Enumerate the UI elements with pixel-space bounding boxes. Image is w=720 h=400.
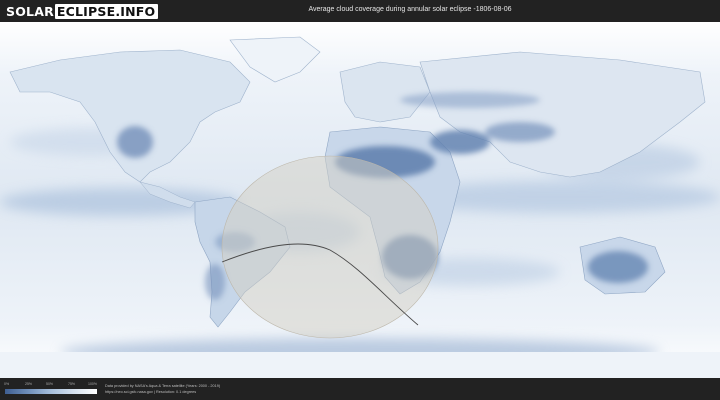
cloud-coverage-legend-bar [5, 389, 97, 394]
map-title: Average cloud coverage during annular so… [308, 6, 512, 13]
legend-tick-0: 0% [4, 382, 10, 386]
data-credit-line-1: Data provided by NASA's Aqua & Terra sat… [105, 384, 221, 388]
header-bar: SOLAR ECLIPSE.INFO Average cloud coverag… [0, 0, 720, 22]
legend-tick-1: 25% [25, 382, 33, 386]
data-credit-line-2[interactable]: https://neo.sci.gsfc.nasa.gov | Resoluti… [105, 390, 196, 395]
world-map-svg [0, 22, 720, 378]
footer-bar: 0% 25% 50% 75% 100% Data provided by NAS… [0, 378, 720, 400]
legend-tick-2: 50% [46, 382, 54, 386]
logo-text-solar: SOLAR [6, 3, 54, 19]
logo-text-eclipse-info: ECLIPSE.INFO [54, 3, 159, 19]
cloud-coverage-map[interactable] [0, 22, 720, 378]
penumbra-region [221, 155, 439, 339]
antarctica [0, 352, 720, 378]
legend-tick-3: 75% [68, 382, 76, 386]
site-logo[interactable]: SOLAR ECLIPSE.INFO [6, 3, 159, 19]
legend-tick-4: 100% [88, 382, 97, 386]
